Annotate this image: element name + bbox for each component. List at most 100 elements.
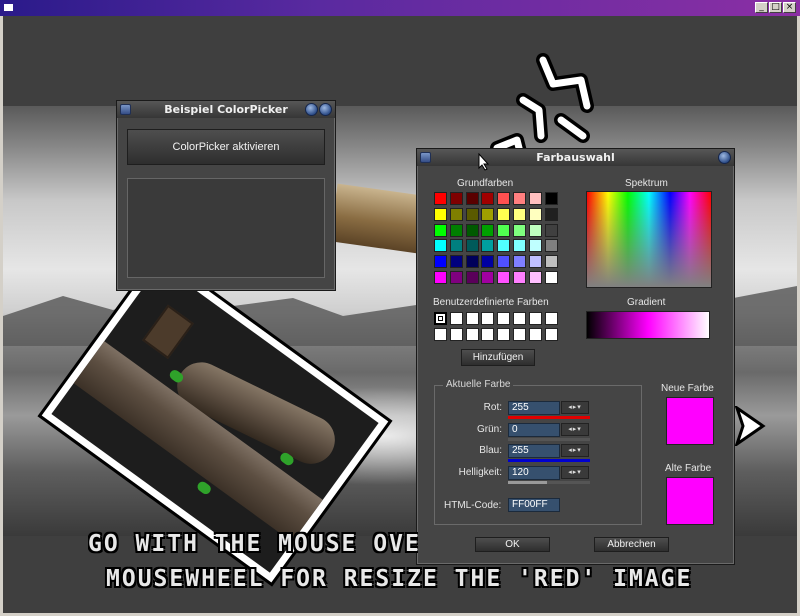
basic-color-swatch[interactable] bbox=[465, 207, 479, 221]
basic-color-swatch[interactable] bbox=[449, 271, 463, 284]
cancel-button[interactable]: Abbrechen bbox=[594, 537, 669, 552]
instruction-banner-line1: GO WITH THE MOUSE OVE bbox=[88, 531, 418, 557]
custom-color-swatch[interactable] bbox=[434, 327, 447, 341]
basic-color-swatch[interactable] bbox=[528, 192, 542, 205]
value-row-field[interactable]: 120 bbox=[508, 465, 560, 480]
close-round-icon[interactable] bbox=[319, 103, 332, 116]
basic-color-swatch[interactable] bbox=[481, 223, 495, 237]
basic-color-swatch[interactable] bbox=[481, 239, 495, 253]
basic-color-swatch[interactable] bbox=[497, 207, 511, 221]
basic-color-swatch[interactable] bbox=[449, 239, 463, 253]
basic-color-swatch[interactable] bbox=[434, 223, 447, 237]
colorpicker-demo-window[interactable]: Beispiel ColorPicker ColorPicker aktivie… bbox=[116, 100, 336, 291]
basic-color-swatch[interactable] bbox=[497, 192, 511, 205]
basic-color-swatch[interactable] bbox=[481, 207, 495, 221]
value-row-field[interactable]: 255 bbox=[508, 444, 560, 458]
basic-color-swatch[interactable] bbox=[434, 207, 447, 221]
custom-color-swatch[interactable] bbox=[465, 312, 479, 325]
custom-color-swatch[interactable] bbox=[497, 312, 511, 325]
custom-color-swatch[interactable] bbox=[513, 312, 526, 325]
value-row-label: Helligkeit: bbox=[458, 466, 502, 478]
custom-color-swatch[interactable] bbox=[513, 327, 526, 341]
gradient-label: Gradient bbox=[627, 297, 666, 308]
basic-color-swatch[interactable] bbox=[434, 239, 447, 253]
basic-color-swatch[interactable] bbox=[481, 271, 495, 284]
custom-color-swatch[interactable] bbox=[449, 327, 463, 341]
basic-color-swatch[interactable] bbox=[513, 207, 526, 221]
html-code-field[interactable]: FF00FF bbox=[508, 498, 560, 512]
value-row-field[interactable]: 0 bbox=[508, 422, 560, 437]
basic-color-swatch[interactable] bbox=[449, 192, 463, 205]
add-color-button[interactable]: Hinzufügen bbox=[461, 349, 535, 366]
custom-color-swatch[interactable] bbox=[528, 327, 542, 341]
basic-color-swatch[interactable] bbox=[465, 192, 479, 205]
basic-color-swatch[interactable] bbox=[528, 239, 542, 253]
basic-color-swatch[interactable] bbox=[434, 192, 447, 205]
maximize-button[interactable]: □ bbox=[769, 2, 782, 13]
basic-color-swatch[interactable] bbox=[544, 239, 558, 253]
value-spinner-icon[interactable]: ◂▸▾ bbox=[561, 401, 589, 414]
custom-color-swatch[interactable] bbox=[544, 312, 558, 325]
minimize-button[interactable]: _ bbox=[755, 2, 768, 13]
color-dialog-title[interactable]: Farbauswahl bbox=[417, 149, 734, 166]
activate-colorpicker-button[interactable]: ColorPicker aktivieren bbox=[127, 129, 325, 165]
basic-color-swatch[interactable] bbox=[449, 223, 463, 237]
basic-color-swatch[interactable] bbox=[497, 255, 511, 269]
basic-color-swatch[interactable] bbox=[465, 239, 479, 253]
custom-color-swatch[interactable] bbox=[528, 312, 542, 325]
custom-color-swatch[interactable] bbox=[497, 327, 511, 341]
basic-color-swatch[interactable] bbox=[434, 271, 447, 284]
basic-color-swatch[interactable] bbox=[513, 239, 526, 253]
basic-color-swatch[interactable] bbox=[513, 271, 526, 284]
mouse-cursor-icon bbox=[478, 153, 490, 171]
ok-button[interactable]: OK bbox=[475, 537, 550, 552]
basic-color-swatch[interactable] bbox=[465, 271, 479, 284]
basic-color-swatch[interactable] bbox=[544, 223, 558, 237]
basic-color-swatch[interactable] bbox=[497, 271, 511, 284]
basic-color-swatch[interactable] bbox=[528, 207, 542, 221]
value-spinner-icon[interactable]: ◂▸▾ bbox=[561, 465, 589, 479]
old-color-preview[interactable] bbox=[666, 477, 714, 525]
custom-color-swatch[interactable] bbox=[449, 312, 463, 325]
basic-color-swatch[interactable] bbox=[544, 192, 558, 205]
basic-color-swatch[interactable] bbox=[513, 255, 526, 269]
basic-color-swatch[interactable] bbox=[434, 255, 447, 269]
basic-color-swatch[interactable] bbox=[481, 192, 495, 205]
basic-color-swatch[interactable] bbox=[513, 223, 526, 237]
demo-window-title[interactable]: Beispiel ColorPicker bbox=[117, 101, 335, 118]
custom-color-swatch[interactable] bbox=[465, 327, 479, 341]
custom-color-swatch[interactable] bbox=[544, 327, 558, 341]
basic-color-swatch[interactable] bbox=[497, 223, 511, 237]
close-button[interactable]: × bbox=[783, 2, 796, 13]
color-dialog[interactable]: Farbauswahl Grundfarben Spektrum Benutze… bbox=[416, 148, 735, 565]
app-titlebar: _ □ × bbox=[0, 0, 800, 16]
value-level-bar bbox=[508, 416, 590, 419]
basic-color-swatch[interactable] bbox=[528, 255, 542, 269]
value-row-field[interactable]: 255 bbox=[508, 401, 560, 415]
window-icon[interactable] bbox=[4, 4, 13, 11]
custom-color-swatch[interactable] bbox=[434, 312, 447, 325]
basic-color-swatch[interactable] bbox=[449, 207, 463, 221]
close-round-icon[interactable] bbox=[718, 151, 731, 164]
basic-color-swatch[interactable] bbox=[528, 223, 542, 237]
custom-color-swatch[interactable] bbox=[481, 312, 495, 325]
demo-color-panel bbox=[127, 178, 325, 278]
basic-color-swatch[interactable] bbox=[528, 271, 542, 284]
basic-color-swatch[interactable] bbox=[481, 255, 495, 269]
value-spinner-icon[interactable]: ◂▸▾ bbox=[561, 444, 589, 457]
value-spinner-icon[interactable]: ◂▸▾ bbox=[561, 422, 589, 436]
basic-color-swatch[interactable] bbox=[544, 271, 558, 284]
minimize-round-icon[interactable] bbox=[305, 103, 318, 116]
custom-color-swatch[interactable] bbox=[481, 327, 495, 341]
basic-color-swatch[interactable] bbox=[449, 255, 463, 269]
basic-color-swatch[interactable] bbox=[465, 255, 479, 269]
custom-colors-label: Benutzerdefinierte Farben bbox=[433, 297, 549, 308]
basic-color-swatch[interactable] bbox=[544, 207, 558, 221]
basic-color-swatch[interactable] bbox=[544, 255, 558, 269]
basic-color-swatch[interactable] bbox=[465, 223, 479, 237]
basic-color-swatch[interactable] bbox=[513, 192, 526, 205]
color-gradient[interactable] bbox=[586, 311, 710, 339]
basic-color-swatch[interactable] bbox=[497, 239, 511, 253]
color-spectrum[interactable] bbox=[586, 191, 712, 288]
arrow-right-icon bbox=[734, 406, 766, 446]
